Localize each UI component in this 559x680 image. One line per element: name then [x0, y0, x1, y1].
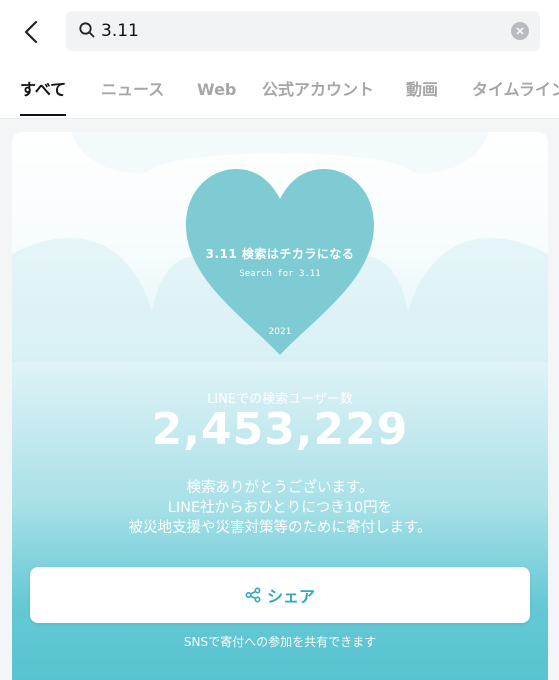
thanks-message: 検索ありがとうございます。 LINE社からおひとりにつき10円を 被災地支援や災… — [12, 478, 548, 538]
share-button[interactable]: シェア — [30, 567, 530, 623]
tab-web[interactable]: Web — [197, 68, 236, 116]
thanks-line: 検索ありがとうございます。 — [186, 480, 374, 496]
back-button[interactable] — [14, 15, 48, 49]
share-label: シェア — [266, 587, 315, 606]
search-header — [0, 0, 559, 62]
result-tabs: すべて ニュース Web 公式アカウント 動画 タイムライン — [0, 68, 559, 119]
share-button-content: シェア — [245, 583, 315, 607]
chevron-left-icon — [24, 20, 38, 44]
heart-title: 3.11 検索はチカラになる — [205, 247, 355, 261]
clear-search-button[interactable] — [511, 22, 529, 40]
thanks-line: LINE社からおひとりにつき10円を — [167, 500, 393, 516]
tab-timeline[interactable]: タイムライン — [472, 68, 559, 116]
tab-news[interactable]: ニュース — [101, 68, 164, 116]
search-count-value: 2,453,229 — [151, 404, 409, 455]
heart-subtitle: Search for 3.11 — [239, 269, 321, 279]
search-icon — [79, 22, 95, 38]
clear-icon — [516, 27, 524, 35]
thanks-line: 被災地支援や災害対策等のために寄付します。 — [128, 520, 432, 536]
share-note: SNSで寄付への参加を共有できます — [183, 635, 377, 649]
search-input[interactable] — [101, 11, 481, 51]
search-campaign-card: 3.11 検索はチカラになる Search for 3.11 2021 LINE… — [12, 132, 548, 680]
share-icon — [245, 587, 261, 603]
tab-all[interactable]: すべて — [20, 68, 67, 116]
search-box[interactable] — [66, 11, 540, 51]
tab-official-accounts[interactable]: 公式アカウント — [262, 68, 374, 116]
heart-year: 2021 — [268, 327, 292, 337]
tab-videos[interactable]: 動画 — [406, 68, 438, 116]
